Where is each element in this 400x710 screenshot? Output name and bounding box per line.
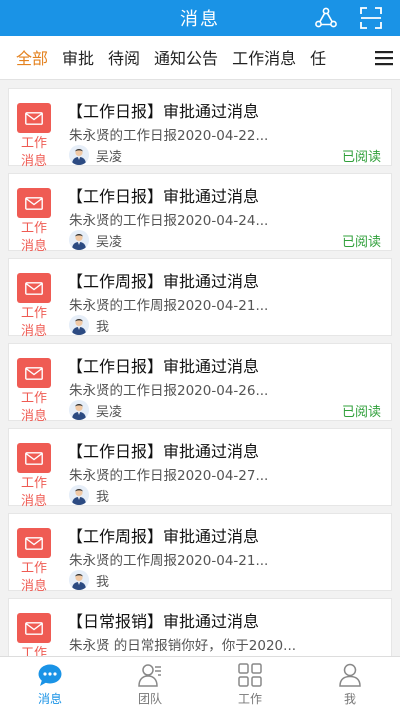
- message-card[interactable]: 工作消息 【工作周报】审批通过消息 朱永贤的工作周报2020-04-21... 我: [8, 513, 392, 594]
- tab-to-read[interactable]: 待阅: [101, 36, 147, 79]
- message-type: 工作消息: [20, 391, 47, 424]
- message-card[interactable]: 工作消息 【工作日报】审批通过消息 朱永贤的工作日报2020-04-26... 吴凌 已…: [8, 343, 392, 424]
- mail-icon: [17, 103, 51, 133]
- nav-label: 团队: [137, 692, 162, 706]
- message-title: 【工作日报】审批通过消息: [67, 102, 260, 121]
- nav-label: 我: [343, 692, 356, 706]
- read-status: 已阅读: [341, 150, 381, 165]
- message-card[interactable]: 工作消息 【工作日报】审批通过消息 朱永贤的工作日报2020-04-22... 吴凌 已…: [8, 88, 392, 169]
- message-title: 【工作日报】审批通过消息: [67, 442, 260, 461]
- mail-icon: [17, 443, 51, 473]
- avatar: [69, 315, 89, 335]
- message-title: 【工作日报】审批通过消息: [67, 357, 260, 376]
- read-status: 已阅读: [341, 405, 381, 420]
- avatar: [69, 145, 89, 165]
- message-title: 【日常报销】审批通过消息: [67, 612, 260, 631]
- message-summary: 朱永贤的工作日报2020-04-24...: [69, 213, 269, 229]
- message-type: 工作消息: [20, 561, 47, 594]
- tab-work-messages[interactable]: 工作消息: [225, 36, 303, 79]
- message-type: 工作消息: [20, 646, 47, 656]
- read-status: 已阅读: [341, 235, 381, 250]
- message-card[interactable]: 工作消息 【日常报销】审批通过消息朱永贤 的日常报销你好，你于2020...: [8, 598, 392, 656]
- sender-name: 吴凌: [96, 235, 123, 250]
- chat-icon: [38, 664, 62, 686]
- message-summary: 朱永贤的工作周报2020-04-21...: [69, 553, 269, 569]
- sender-name: 吴凌: [96, 150, 123, 165]
- category-tabs: 全部 审批 待阅 通知公告 工作消息 任: [0, 36, 400, 80]
- message-summary: 朱永贤的工作日报2020-04-27...: [69, 468, 269, 484]
- nav-messages[interactable]: 消息: [0, 657, 100, 710]
- mail-icon: [17, 528, 51, 558]
- avatar: [69, 570, 89, 590]
- mail-icon: [17, 273, 51, 303]
- avatar: [69, 400, 89, 420]
- nav-work[interactable]: 工作: [200, 657, 300, 710]
- mail-icon: [17, 358, 51, 388]
- message-title: 【工作周报】审批通过消息: [67, 527, 260, 546]
- bottom-nav: 消息 团队 工作 我: [0, 656, 400, 710]
- menu-icon[interactable]: [368, 36, 400, 79]
- sender-name: 吴凌: [96, 405, 123, 420]
- message-type: 工作消息: [20, 306, 47, 339]
- message-card[interactable]: 工作消息 【工作周报】审批通过消息 朱永贤的工作周报2020-04-21... 我: [8, 258, 392, 339]
- tab-all[interactable]: 全部: [0, 36, 55, 79]
- tab-tasks[interactable]: 任: [303, 36, 333, 79]
- app-header: 消息: [0, 0, 400, 36]
- message-summary: 朱永贤的工作日报2020-04-26...: [69, 383, 269, 399]
- sender-name: 我: [96, 575, 110, 590]
- person-icon: [339, 663, 361, 687]
- nav-team[interactable]: 团队: [100, 657, 200, 710]
- mail-icon: [17, 613, 51, 643]
- message-title: 【工作周报】审批通过消息: [67, 272, 260, 291]
- avatar: [69, 485, 89, 505]
- page-title: 消息: [180, 9, 220, 30]
- team-icon: [138, 664, 161, 687]
- sender-name: 我: [96, 490, 110, 505]
- message-card[interactable]: 工作消息 【工作日报】审批通过消息 朱永贤的工作日报2020-04-27... 我: [8, 428, 392, 509]
- message-type: 工作消息: [20, 136, 47, 169]
- grid-icon: [238, 663, 262, 687]
- message-list[interactable]: 工作消息 【工作日报】审批通过消息 朱永贤的工作日报2020-04-22... 吴凌已…: [0, 80, 400, 656]
- message-summary: 朱永贤的工作日报2020-04-22...: [69, 128, 269, 144]
- message-summary: 朱永贤的工作周报2020-04-21...: [69, 298, 269, 314]
- mail-icon: [17, 188, 51, 218]
- share-icon[interactable]: [314, 6, 338, 30]
- tab-announcements[interactable]: 通知公告: [147, 36, 225, 79]
- tab-approval[interactable]: 审批: [55, 36, 101, 79]
- message-summary: 朱永贤 的日常报销你好，你于2020...: [69, 638, 297, 654]
- scan-icon[interactable]: [359, 6, 383, 30]
- message-type: 工作消息: [20, 476, 47, 509]
- message-card[interactable]: 工作消息 【工作日报】审批通过消息 朱永贤的工作日报2020-04-24... 吴凌 已…: [8, 173, 392, 254]
- nav-label: 工作: [237, 692, 262, 706]
- sender-name: 我: [96, 320, 110, 335]
- nav-label: 消息: [37, 692, 62, 706]
- message-title: 【工作日报】审批通过消息: [67, 187, 260, 206]
- nav-me[interactable]: 我: [300, 657, 400, 710]
- avatar: [69, 230, 89, 250]
- message-type: 工作消息: [20, 221, 47, 254]
